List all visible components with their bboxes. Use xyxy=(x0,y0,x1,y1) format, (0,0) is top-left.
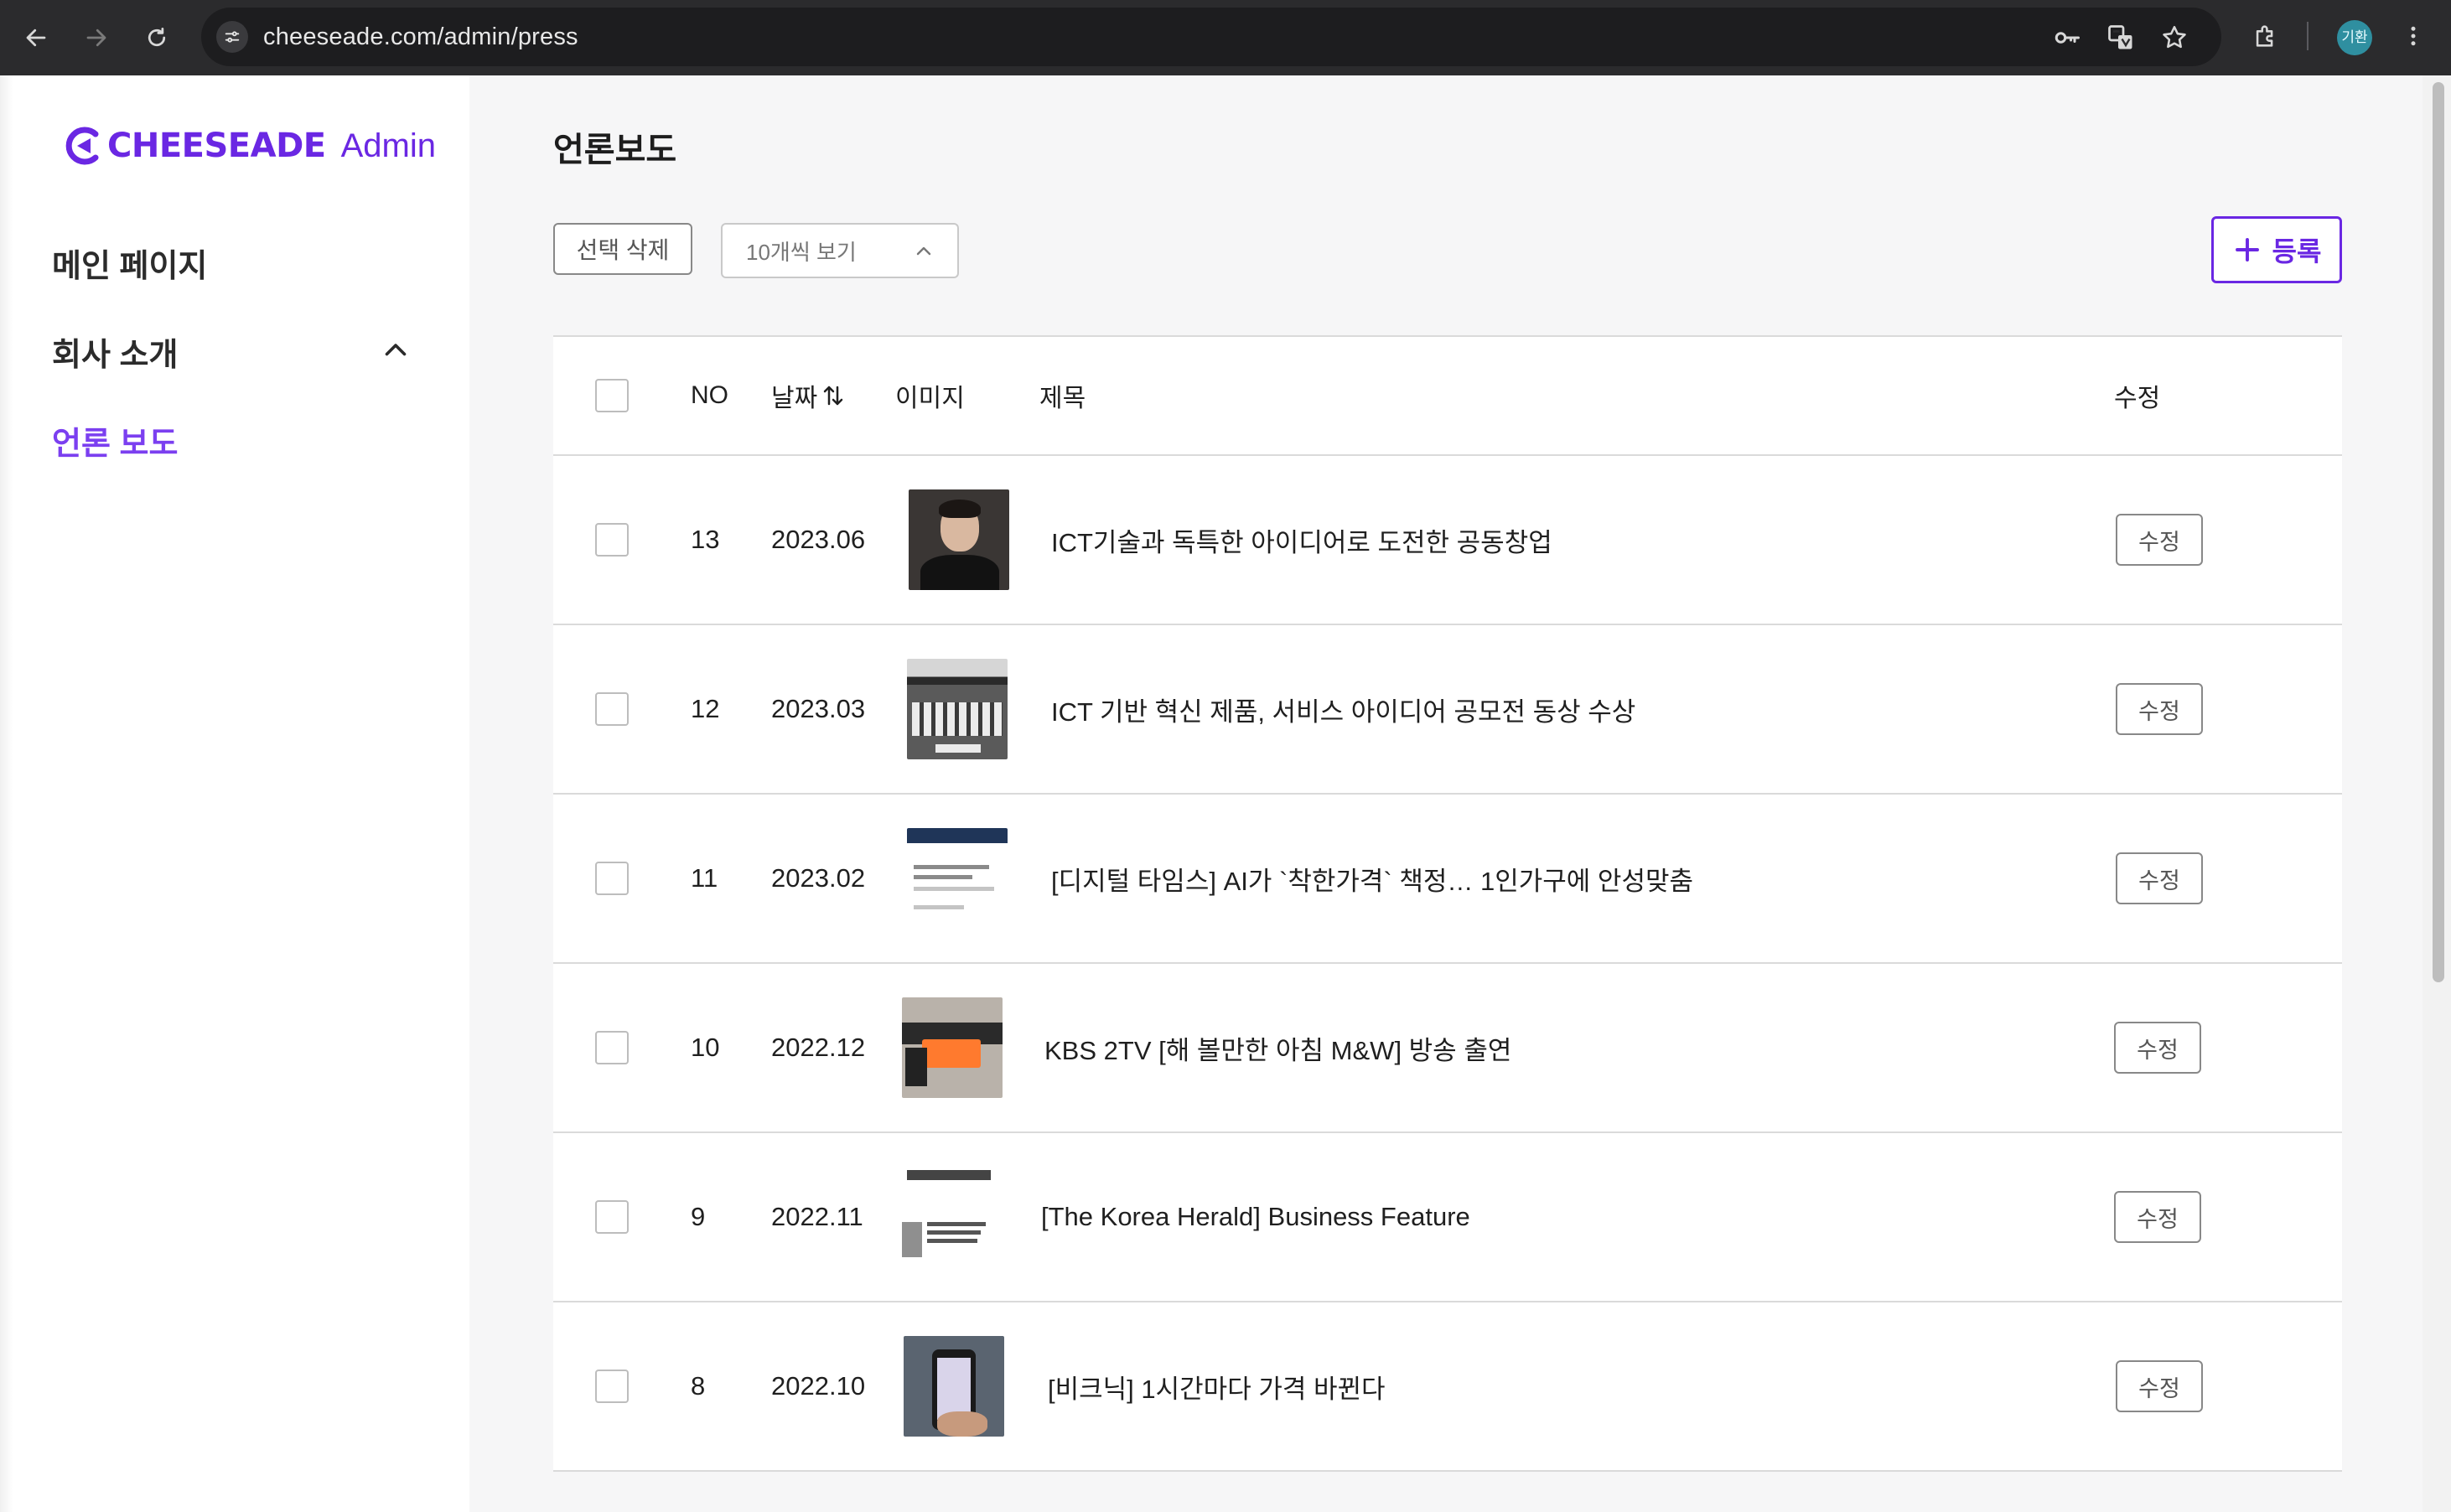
sidebar-item-company-intro[interactable]: 회사 소개 xyxy=(52,329,178,375)
translate-icon[interactable] xyxy=(2104,21,2138,54)
page-size-select[interactable]: 10개씩 보기 xyxy=(721,223,959,278)
logo-admin-label: Admin xyxy=(340,127,436,164)
edit-button[interactable]: 수정 xyxy=(2116,852,2203,904)
press-thumbnail xyxy=(907,828,1008,929)
row-date: 2022.12 xyxy=(771,1033,866,1062)
sidebar-item-main-page[interactable]: 메인 페이지 xyxy=(52,240,207,286)
header-title: 제목 xyxy=(1039,385,1086,412)
row-title[interactable]: ICT 기반 혁신 제품, 서비스 아이디어 공모전 동상 수상 xyxy=(1051,625,1635,793)
row-checkbox[interactable] xyxy=(595,1370,629,1403)
press-thumbnail xyxy=(904,1336,1004,1437)
sidebar: CHEESEADE Admin 메인 페이지 회사 소개 언론 보도 xyxy=(0,75,469,1512)
row-date: 2023.02 xyxy=(771,863,866,893)
edit-button[interactable]: 수정 xyxy=(2116,683,2203,735)
reload-icon[interactable] xyxy=(137,18,176,57)
header-date-sort[interactable]: 날짜 xyxy=(771,337,846,454)
row-no: 13 xyxy=(691,525,720,554)
row-no: 11 xyxy=(691,863,718,893)
password-key-icon[interactable] xyxy=(2050,21,2084,54)
page-title: 언론보도 xyxy=(553,132,677,168)
row-date: 2022.10 xyxy=(771,1371,866,1401)
table-row: 12 2023.03 ICT 기반 혁신 제품, 서비스 아이디어 공모전 동상… xyxy=(553,625,2342,795)
row-no: 9 xyxy=(691,1202,706,1231)
toolbar-divider xyxy=(2307,22,2308,50)
edit-button[interactable]: 수정 xyxy=(2116,514,2203,566)
row-title[interactable]: [비크닉] 1시간마다 가격 바뀐다 xyxy=(1048,1302,1386,1470)
cheeseade-logo-icon xyxy=(65,127,99,165)
row-no: 10 xyxy=(691,1033,720,1062)
table-header: NO 날짜 이미지 제목 수정 xyxy=(553,337,2342,456)
row-title[interactable]: ICT기술과 독특한 아이디어로 도전한 공동창업 xyxy=(1051,456,1552,624)
edit-button[interactable]: 수정 xyxy=(2114,1191,2201,1243)
plus-icon xyxy=(2235,238,2259,261)
profile-avatar[interactable]: 기환 xyxy=(2337,20,2372,55)
edit-button[interactable]: 수정 xyxy=(2114,1022,2201,1074)
row-no: 12 xyxy=(691,694,720,723)
sidebar-shadow xyxy=(0,75,13,1512)
table-row: 8 2022.10 [비크닉] 1시간마다 가격 바뀐다 수정 xyxy=(553,1302,2342,1472)
row-title[interactable]: KBS 2TV [해 볼만한 아침 M&W] 방송 출연 xyxy=(1044,964,1511,1131)
address-bar[interactable]: cheeseade.com/admin/press xyxy=(201,8,2221,66)
bookmark-star-icon[interactable] xyxy=(2158,21,2191,54)
chevron-up-icon xyxy=(916,246,931,256)
row-checkbox[interactable] xyxy=(595,523,629,557)
extensions-icon[interactable] xyxy=(2246,17,2285,55)
press-table: NO 날짜 이미지 제목 수정 13 2023.06 ICT기술과 독특한 아이… xyxy=(553,335,2342,1472)
register-button[interactable]: 등록 xyxy=(2211,216,2342,283)
chevron-up-icon[interactable] xyxy=(381,335,411,365)
select-all-cell xyxy=(595,337,629,454)
sidebar-item-press[interactable]: 언론 보도 xyxy=(52,417,178,463)
logo-text: CHEESEADE xyxy=(107,127,326,165)
row-date: 2023.06 xyxy=(771,525,866,554)
forward-icon[interactable] xyxy=(77,18,116,57)
edit-button[interactable]: 수정 xyxy=(2116,1360,2203,1412)
header-image: 이미지 xyxy=(895,385,965,412)
brand-logo[interactable]: CHEESEADE Admin xyxy=(62,124,436,168)
press-thumbnail xyxy=(907,659,1008,759)
table-row: 13 2023.06 ICT기술과 독특한 아이디어로 도전한 공동창업 수정 xyxy=(553,456,2342,625)
site-settings-icon[interactable] xyxy=(216,21,248,53)
main-content: 언론보도 선택 삭제 10개씩 보기 등록 NO 날짜 이미지 제목 수정 13… xyxy=(469,75,2422,1512)
table-row: 10 2022.12 KBS 2TV [해 볼만한 아침 M&W] 방송 출연 … xyxy=(553,964,2342,1133)
url-text[interactable]: cheeseade.com/admin/press xyxy=(263,8,578,66)
press-thumbnail xyxy=(899,1167,999,1267)
table-row: 11 2023.02 [디지털 타임스] AI가 `착한가격` 책정… 1인가구… xyxy=(553,795,2342,964)
row-date: 2022.11 xyxy=(771,1202,863,1231)
header-edit: 수정 xyxy=(2114,385,2161,412)
press-thumbnail xyxy=(902,997,1003,1098)
delete-selected-button[interactable]: 선택 삭제 xyxy=(553,223,692,275)
row-checkbox[interactable] xyxy=(595,862,629,895)
press-thumbnail xyxy=(909,489,1009,590)
row-title[interactable]: [디지털 타임스] AI가 `착한가격` 책정… 1인가구에 안성맞춤 xyxy=(1051,795,1693,962)
header-date: 날짜 xyxy=(771,385,818,412)
table-row: 9 2022.11 [The Korea Herald] Business Fe… xyxy=(553,1133,2342,1302)
page-size-value: 10개씩 보기 xyxy=(746,239,857,265)
select-all-checkbox[interactable] xyxy=(595,379,629,412)
page-scrollbar-thumb[interactable] xyxy=(2433,82,2444,982)
row-checkbox[interactable] xyxy=(595,692,629,726)
row-checkbox[interactable] xyxy=(595,1031,629,1064)
sort-icon[interactable] xyxy=(821,383,846,408)
header-no: NO xyxy=(691,381,728,409)
register-label: 등록 xyxy=(2272,236,2322,267)
row-date: 2023.03 xyxy=(771,694,866,723)
more-menu-icon[interactable] xyxy=(2394,17,2433,55)
row-checkbox[interactable] xyxy=(595,1200,629,1234)
back-icon[interactable] xyxy=(17,18,55,57)
browser-toolbar: cheeseade.com/admin/press 기환 xyxy=(0,0,2451,75)
row-title[interactable]: [The Korea Herald] Business Feature xyxy=(1041,1133,1470,1301)
row-no: 8 xyxy=(691,1371,706,1401)
